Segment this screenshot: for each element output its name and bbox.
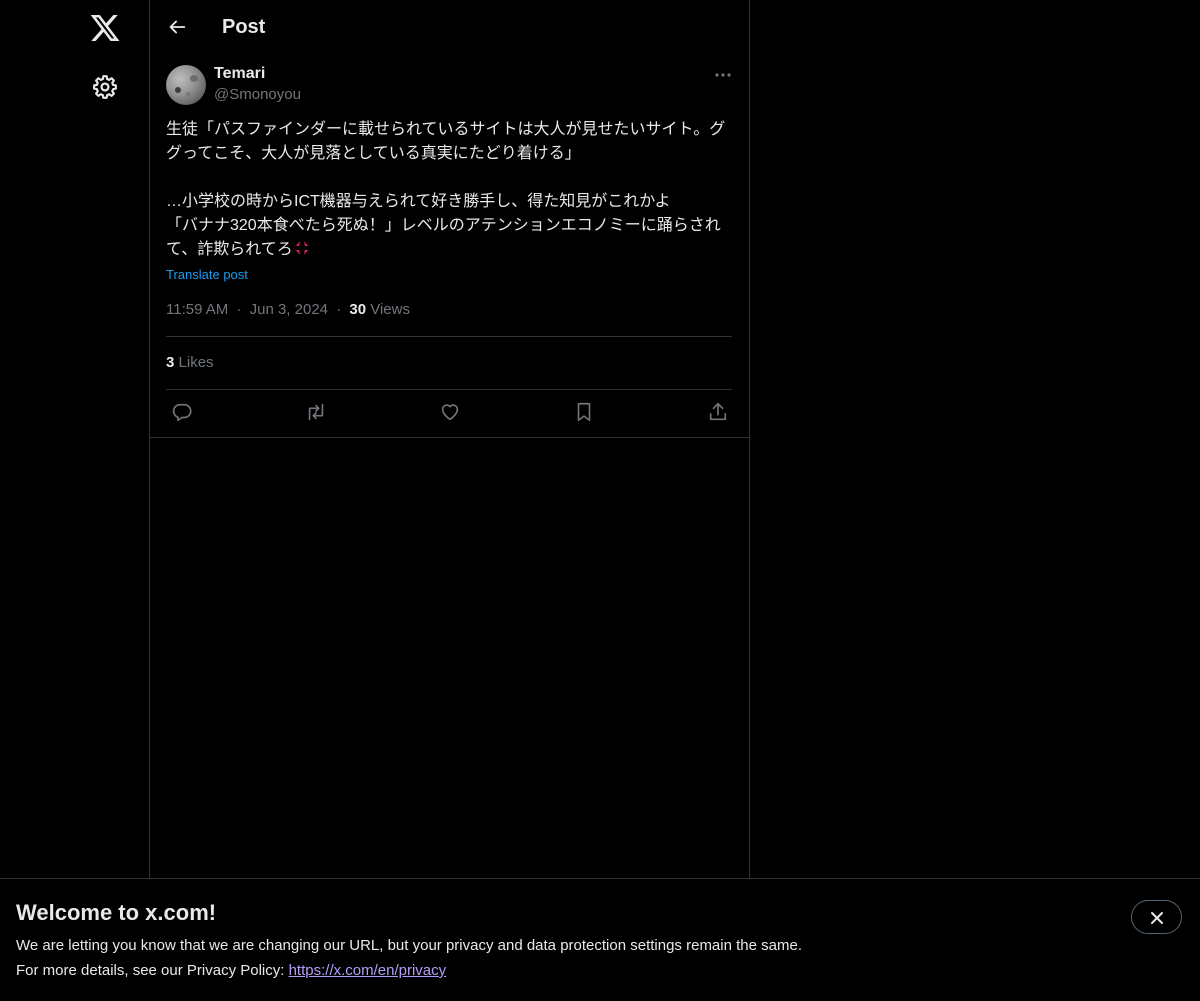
page-title: Post xyxy=(222,16,266,38)
views-label: Views xyxy=(370,301,410,318)
banner-privacy-line: For more details, see our Privacy Policy… xyxy=(16,961,446,981)
post-paragraph: …小学校の時からICT機器与えられて好き勝手し、得た知見がこれかよ 「バナナ32… xyxy=(166,190,736,262)
post-date[interactable]: Jun 3, 2024 xyxy=(250,301,328,318)
banner-privacy-prefix: For more details, see our Privacy Policy… xyxy=(16,962,289,979)
author-name[interactable]: Temari xyxy=(214,64,265,84)
likes-link[interactable]: 3 Likes xyxy=(166,353,214,373)
author-handle[interactable]: @Smonoyou xyxy=(214,85,301,105)
post-text: 生徒「パスファインダーに載せられているサイトは大人が見せたいサイト。ググってこそ… xyxy=(166,118,736,262)
views-count: 30 xyxy=(349,301,367,318)
divider xyxy=(166,389,732,390)
avatar[interactable] xyxy=(166,65,206,105)
likes-count: 3 xyxy=(166,354,175,371)
post-paragraph: 生徒「パスファインダーに載せられているサイトは大人が見せたいサイト。ググってこそ… xyxy=(166,121,726,162)
repost-icon[interactable] xyxy=(305,401,327,423)
x-logo-icon[interactable] xyxy=(89,12,121,44)
separator: · xyxy=(236,301,242,318)
anger-symbol-icon xyxy=(294,240,309,256)
likes-label: Likes xyxy=(178,354,214,371)
post-time[interactable]: 11:59 AM xyxy=(166,301,228,318)
translate-post-link[interactable]: Translate post xyxy=(166,266,248,284)
arrow-left-icon[interactable] xyxy=(166,16,188,38)
separator: · xyxy=(336,301,342,318)
share-icon[interactable] xyxy=(707,401,729,423)
banner-message: We are letting you know that we are chan… xyxy=(16,937,802,954)
post-paragraph-text: …小学校の時からICT機器与えられて好き勝手し、得た知見がこれかよ 「バナナ32… xyxy=(166,193,721,258)
post-header: Post xyxy=(150,0,749,54)
left-nav xyxy=(0,0,149,1000)
post-column: Post Temari @Smonoyou 生徒「パスファインダーに載せられてい… xyxy=(149,0,750,878)
ellipsis-icon[interactable] xyxy=(710,66,736,84)
gear-icon[interactable] xyxy=(92,74,118,100)
privacy-policy-link[interactable]: https://x.com/en/privacy xyxy=(289,962,447,979)
reply-icon[interactable] xyxy=(171,401,193,423)
close-banner-button[interactable] xyxy=(1131,900,1182,934)
banner-title: Welcome to x.com! xyxy=(16,900,217,925)
welcome-banner: Welcome to x.com! We are letting you kno… xyxy=(0,878,1200,1001)
like-icon[interactable] xyxy=(439,401,461,423)
bookmark-icon[interactable] xyxy=(573,401,595,423)
close-icon xyxy=(1151,912,1163,924)
post-meta: 11:59 AM · Jun 3, 2024 · 30 Views xyxy=(166,300,410,320)
divider xyxy=(150,437,749,438)
divider xyxy=(166,336,732,337)
